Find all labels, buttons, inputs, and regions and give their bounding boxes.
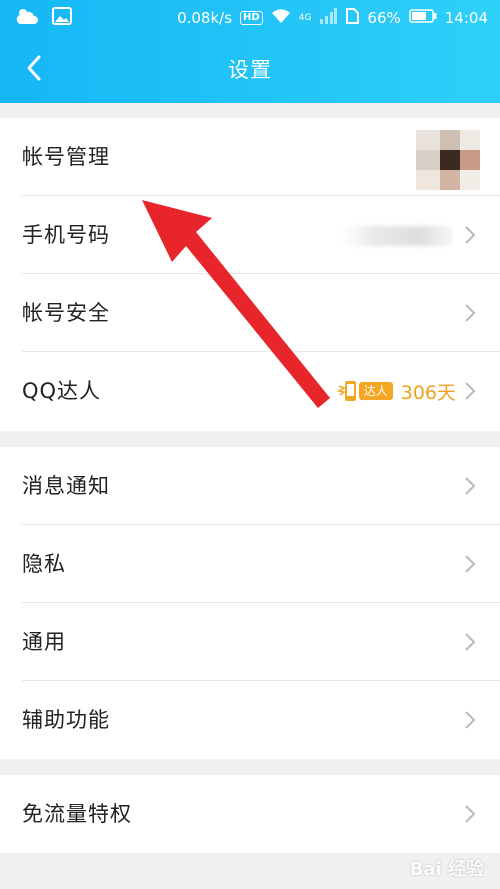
settings-group-data: 免流量特权 [0,775,500,853]
row-qq-talent[interactable]: QQ达人 达人 306天 [0,352,500,430]
phone-number-obscured [342,226,452,246]
settings-group-general: 消息通知 隐私 通用 辅助功能 [0,447,500,759]
chevron-right-icon [465,304,476,322]
talent-badge: 达人 [336,378,393,404]
signal-icon [319,8,338,28]
row-account-management[interactable]: 帐号管理 [0,118,500,196]
chevron-right-icon [465,805,476,823]
row-label: 辅助功能 [22,708,110,732]
row-privacy[interactable]: 隐私 [0,525,500,603]
settings-group-account: 帐号管理 手机号码 帐号安全 QQ达人 达人 306天 [0,118,500,431]
chevron-right-icon [465,555,476,573]
avatar [416,130,480,190]
battery-icon [408,9,437,27]
page-title: 设置 [228,58,272,82]
row-label: 手机号码 [22,223,110,247]
row-notifications[interactable]: 消息通知 [0,447,500,525]
row-label: 消息通知 [22,474,110,498]
chevron-right-icon [465,633,476,651]
row-label: QQ达人 [22,379,102,403]
chevron-right-icon [465,226,476,244]
talent-tag: 达人 [358,382,393,400]
phone-wing-icon [336,381,356,401]
row-label: 免流量特权 [22,802,132,826]
row-label: 帐号管理 [22,145,110,169]
row-free-data[interactable]: 免流量特权 [0,775,500,853]
gallery-icon [52,7,72,29]
row-label: 通用 [22,630,66,654]
header-bar: 0.08k/s HD 4G 66% 14:04 设置 [0,0,500,103]
status-bar: 0.08k/s HD 4G 66% 14:04 [0,0,500,34]
network-type: 4G [298,13,312,23]
weather-icon [14,6,40,30]
chevron-right-icon [465,711,476,729]
row-general[interactable]: 通用 [0,603,500,681]
row-label: 隐私 [22,552,66,576]
chevron-right-icon [465,382,476,400]
talent-info: 达人 306天 [336,376,456,406]
net-speed: 0.08k/s [177,9,233,27]
battery-percent: 66% [367,9,401,27]
sim-icon [345,8,360,28]
clock: 14:04 [444,9,488,27]
watermark: Bai 经验 [409,859,484,880]
row-phone-number[interactable]: 手机号码 [0,196,500,274]
row-account-security[interactable]: 帐号安全 [0,274,500,352]
chevron-right-icon [465,477,476,495]
hd-badge: HD [240,11,263,25]
row-accessibility[interactable]: 辅助功能 [0,681,500,759]
talent-days: 306天 [400,381,456,404]
row-label: 帐号安全 [22,301,110,325]
title-bar: 设置 [0,40,500,96]
wifi-icon [271,8,291,28]
